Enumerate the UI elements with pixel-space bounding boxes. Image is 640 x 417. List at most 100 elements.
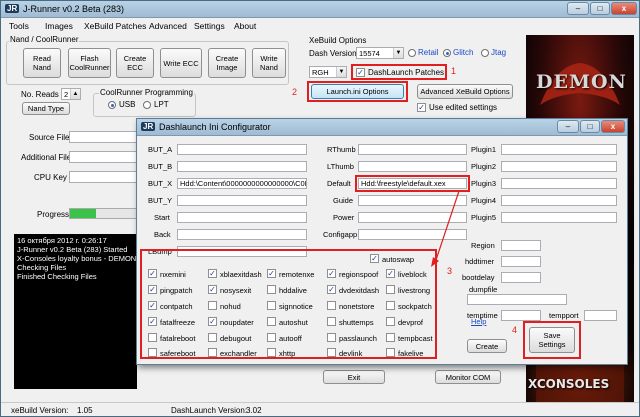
- dialog-close-button[interactable]: x: [601, 120, 625, 133]
- plugin2-input[interactable]: [501, 161, 617, 172]
- nand-type-button[interactable]: Nand Type: [22, 102, 70, 115]
- demon-brand-text: DEMON: [536, 71, 627, 93]
- log-line: Checking Files: [17, 263, 67, 272]
- close-button[interactable]: x: [611, 2, 637, 15]
- rgh-select[interactable]: RGH ▼: [309, 66, 347, 78]
- start-input[interactable]: [177, 212, 307, 223]
- pingpatch-checkbox[interactable]: ✓: [148, 285, 157, 294]
- but-y-input[interactable]: [177, 195, 307, 206]
- but-x-label: BUT_X: [148, 179, 173, 188]
- create-ecc-button[interactable]: Create ECC: [116, 48, 154, 78]
- tempbcast-checkbox[interactable]: [386, 333, 395, 342]
- but-a-input[interactable]: [177, 144, 307, 155]
- monitor-com-button[interactable]: Monitor COM: [435, 370, 501, 384]
- autooff-checkbox[interactable]: [267, 333, 276, 342]
- dialog-maximize-button[interactable]: □: [580, 120, 600, 133]
- debugout-checkbox[interactable]: [208, 333, 217, 342]
- safereboot-checkbox[interactable]: [148, 348, 157, 357]
- help-link[interactable]: Help: [471, 317, 486, 326]
- annotation-box-2: [307, 81, 408, 102]
- hddalive-checkbox[interactable]: [267, 285, 276, 294]
- rthumb-input[interactable]: [358, 144, 467, 155]
- hddtimer-input[interactable]: [501, 256, 541, 267]
- exchandler-checkbox[interactable]: [208, 348, 217, 357]
- fakelive-checkbox[interactable]: [386, 348, 395, 357]
- flash-coolrunner-button[interactable]: Flash CoolRunner: [68, 48, 111, 78]
- jtag-radio[interactable]: [481, 49, 489, 57]
- dumpfile-input[interactable]: [467, 294, 567, 305]
- cpu-key-label: CPU Key: [34, 173, 67, 182]
- dialog-minimize-button[interactable]: –: [557, 120, 579, 133]
- glitch-radio[interactable]: [443, 49, 451, 57]
- annotation-1: 1: [451, 66, 457, 76]
- sockpatch-checkbox[interactable]: [386, 301, 395, 310]
- remotenxe-checkbox[interactable]: ✓: [267, 269, 276, 278]
- exit-button[interactable]: Exit: [323, 370, 385, 384]
- dvdexitdash-checkbox[interactable]: ✓: [327, 285, 336, 294]
- cpu-key-input[interactable]: [69, 171, 139, 183]
- bootdelay-input[interactable]: [501, 272, 541, 283]
- region-input[interactable]: [501, 240, 541, 251]
- nxemini-checkbox[interactable]: ✓: [148, 269, 157, 278]
- retail-label: Retail: [418, 48, 439, 57]
- devlink-checkbox[interactable]: [327, 348, 336, 357]
- source-file-input[interactable]: [69, 131, 139, 143]
- shuttemps-checkbox[interactable]: [327, 317, 336, 326]
- nosysexit-checkbox[interactable]: ✓: [208, 285, 217, 294]
- menu-images[interactable]: Images: [45, 21, 73, 31]
- passlaunch-checkbox[interactable]: [327, 333, 336, 342]
- plugin1-input[interactable]: [501, 144, 617, 155]
- signnotice-checkbox[interactable]: [267, 301, 276, 310]
- fatalfreeze-checkbox[interactable]: ✓: [148, 317, 157, 326]
- write-ecc-button[interactable]: Write ECC: [160, 48, 202, 78]
- dash-version-select[interactable]: 15574 ▼: [356, 47, 404, 59]
- plugin5-input[interactable]: [501, 212, 617, 223]
- xhttp-checkbox[interactable]: [267, 348, 276, 357]
- retail-radio[interactable]: [408, 49, 416, 57]
- lpt-radio[interactable]: [143, 101, 151, 109]
- back-input[interactable]: [177, 229, 307, 240]
- regionspoof-checkbox[interactable]: ✓: [327, 269, 336, 278]
- advanced-xebuild-options-button[interactable]: Advanced XeBuild Options: [417, 84, 513, 99]
- nosysexit-label: nosysexit: [220, 286, 252, 295]
- exchandler-label: exchandler: [220, 349, 257, 358]
- noupdater-checkbox[interactable]: ✓: [208, 317, 217, 326]
- shuttemps-label: shuttemps: [339, 318, 374, 327]
- menu-tools[interactable]: Tools: [9, 21, 29, 31]
- devprof-checkbox[interactable]: [386, 317, 395, 326]
- reads-select[interactable]: 2 ▲: [61, 88, 81, 100]
- use-edited-settings-checkbox[interactable]: ✓: [417, 103, 426, 112]
- annotation-arrow: [431, 190, 460, 267]
- create-image-button[interactable]: Create Image: [208, 48, 246, 78]
- menu-settings[interactable]: Settings: [194, 21, 225, 31]
- temptime-input[interactable]: [501, 310, 541, 321]
- liveblock-checkbox[interactable]: ✓: [386, 269, 395, 278]
- contpatch-checkbox[interactable]: ✓: [148, 301, 157, 310]
- plugin4-input[interactable]: [501, 195, 617, 206]
- menu-xebuild-patches[interactable]: XeBuild Patches: [84, 21, 146, 31]
- lthumb-label: LThumb: [327, 162, 354, 171]
- but-x-input[interactable]: Hdd:\Content\0000000000000000\C0DE9999: [177, 178, 307, 189]
- autoshut-checkbox[interactable]: [267, 317, 276, 326]
- additional-file-input[interactable]: [69, 151, 139, 163]
- plugin3-input[interactable]: [501, 178, 617, 189]
- menu-advanced[interactable]: Advanced: [149, 21, 187, 31]
- configapp-label: Configapp: [323, 230, 358, 239]
- lthumb-input[interactable]: [358, 161, 467, 172]
- xblaexitdash-checkbox[interactable]: ✓: [208, 269, 217, 278]
- menu-about[interactable]: About: [234, 21, 256, 31]
- nohud-checkbox[interactable]: [208, 301, 217, 310]
- livestrong-checkbox[interactable]: [386, 285, 395, 294]
- create-button[interactable]: Create: [467, 339, 507, 353]
- autoswap-checkbox[interactable]: ✓: [370, 254, 379, 263]
- nonetstore-checkbox[interactable]: [327, 301, 336, 310]
- but-b-input[interactable]: [177, 161, 307, 172]
- minimize-button[interactable]: –: [567, 2, 589, 15]
- read-nand-button[interactable]: Read Nand: [23, 48, 61, 78]
- maximize-button[interactable]: □: [590, 2, 610, 15]
- usb-radio[interactable]: [108, 101, 116, 109]
- tempport-input[interactable]: [584, 310, 617, 321]
- write-nand-button[interactable]: Write Nand: [252, 48, 286, 78]
- reads-label: No. Reads: [21, 90, 59, 99]
- fatalreboot-checkbox[interactable]: [148, 333, 157, 342]
